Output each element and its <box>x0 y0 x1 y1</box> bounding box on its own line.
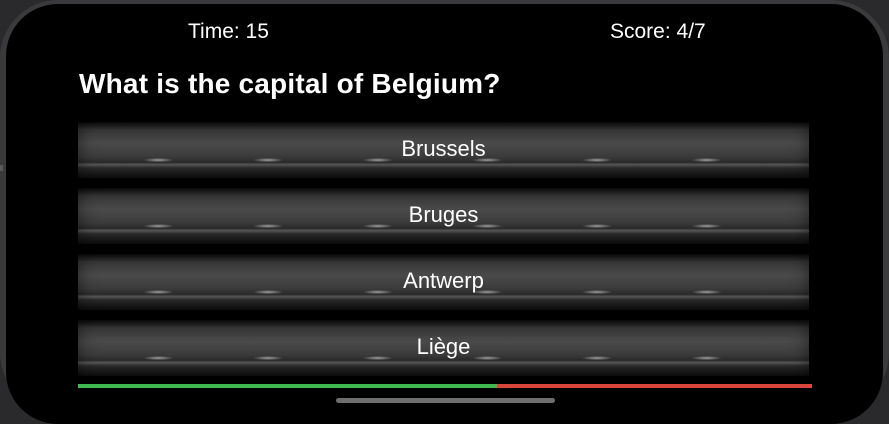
timer-label: Time: 15 <box>188 20 269 43</box>
side-button-mark <box>0 165 3 171</box>
answer-button-3[interactable]: Antwerp <box>78 254 809 310</box>
device-frame: Time: 15 Score: 4/7 What is the capital … <box>0 0 889 424</box>
progress-wrong-segment <box>497 384 812 388</box>
progress-correct-segment <box>78 384 498 388</box>
answer-button-1[interactable]: Brussels <box>78 122 809 178</box>
status-bar: Time: 15 Score: 4/7 <box>6 4 883 60</box>
score-progress-bar <box>78 384 812 388</box>
answer-label: Bruges <box>408 202 479 227</box>
answer-button-2[interactable]: Bruges <box>78 188 809 244</box>
score-label: Score: 4/7 <box>610 20 706 43</box>
home-indicator[interactable] <box>336 398 555 403</box>
answer-label: Brussels <box>401 136 486 161</box>
answer-label: Liège <box>416 334 471 359</box>
question-text: What is the capital of Belgium? <box>79 68 501 99</box>
answer-label: Antwerp <box>403 268 484 293</box>
quiz-screen: Time: 15 Score: 4/7 What is the capital … <box>6 4 883 424</box>
answer-list: Brussels Bruges Antwerp Liège <box>78 122 809 386</box>
answer-button-4[interactable]: Liège <box>78 320 809 376</box>
